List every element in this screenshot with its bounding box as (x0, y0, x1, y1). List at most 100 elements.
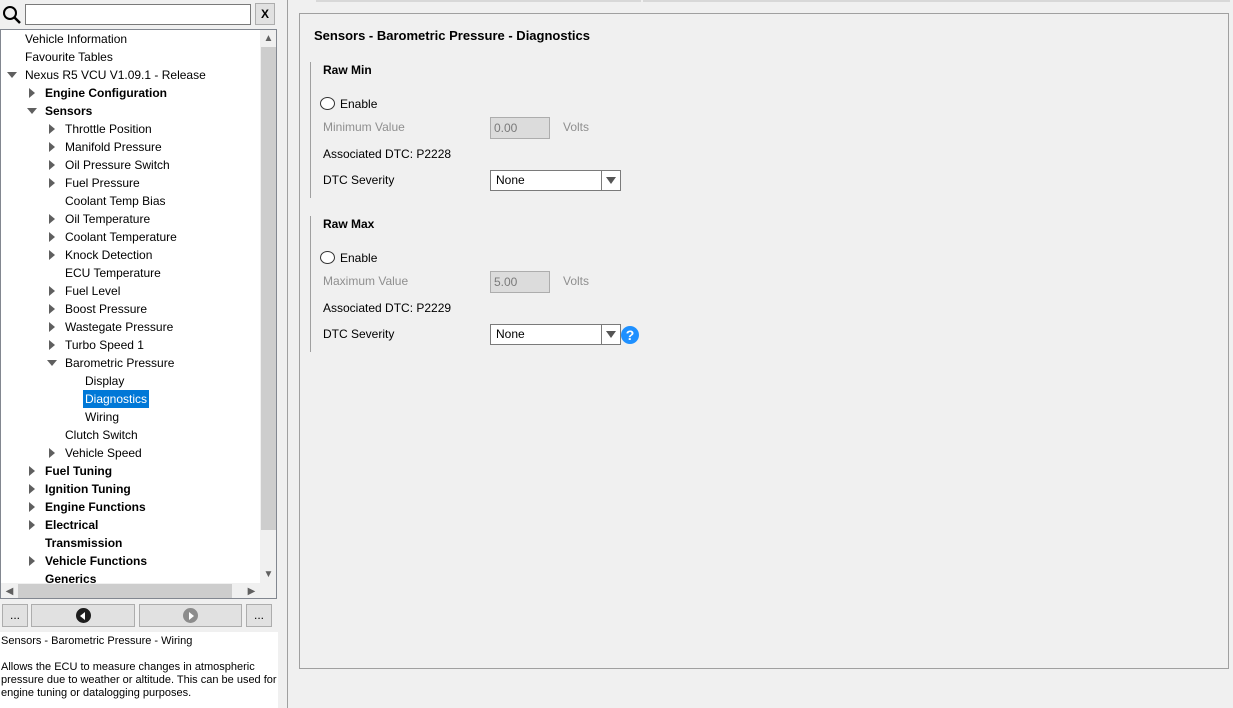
minimum-value-input[interactable]: 0.00 (490, 117, 550, 139)
content-panel: Sensors - Barometric Pressure - Diagnost… (288, 0, 1233, 708)
tree-item[interactable]: Clutch Switch (1, 426, 260, 444)
collapsed-arrow-icon[interactable] (47, 124, 57, 134)
expanded-arrow-icon[interactable] (27, 106, 37, 116)
collapsed-arrow-icon[interactable] (27, 466, 37, 476)
tree-item[interactable]: Sensors (1, 102, 260, 120)
tree-item[interactable]: Throttle Position (1, 120, 260, 138)
tree-item[interactable]: Fuel Tuning (1, 462, 260, 480)
scroll-down-icon[interactable]: ▼ (260, 566, 276, 583)
tree-item-label: Sensors (45, 104, 93, 118)
history-navigation: ... ... (0, 604, 278, 628)
left-more-button[interactable]: ... (2, 604, 28, 627)
raw-max-severity-select[interactable]: None (490, 324, 621, 345)
tree-item-label: Fuel Tuning (45, 464, 113, 478)
scroll-left-icon[interactable]: ◀ (1, 583, 18, 598)
tree-item[interactable]: Diagnostics (1, 390, 260, 408)
tree-item[interactable]: ECU Temperature (1, 264, 260, 282)
tree-item[interactable]: Boost Pressure (1, 300, 260, 318)
collapsed-arrow-icon[interactable] (47, 286, 57, 296)
collapsed-arrow-icon[interactable] (47, 160, 57, 170)
tree-item[interactable]: Vehicle Speed (1, 444, 260, 462)
tree-item[interactable]: Oil Pressure Switch (1, 156, 260, 174)
vertical-scroll-thumb[interactable] (261, 47, 276, 530)
collapsed-arrow-icon[interactable] (27, 484, 37, 494)
raw-min-enable-radio[interactable] (320, 97, 335, 110)
vertical-scrollbar[interactable]: ▲ ▼ (260, 30, 276, 583)
minimum-value-label: Minimum Value (323, 120, 405, 134)
navigation-panel: X Vehicle Information Favourite Tables Nex… (0, 0, 278, 708)
collapsed-arrow-icon[interactable] (27, 556, 37, 566)
tree-item[interactable]: Electrical (1, 516, 260, 534)
collapsed-arrow-icon[interactable] (47, 214, 57, 224)
expanded-arrow-icon[interactable] (47, 358, 57, 368)
tree-item[interactable]: Transmission (1, 534, 260, 552)
tree-item[interactable]: Engine Functions (1, 498, 260, 516)
tree-item[interactable]: Fuel Pressure (1, 174, 260, 192)
chevron-down-icon[interactable] (601, 171, 620, 190)
tree-item-label: Favourite Tables (25, 50, 113, 64)
tree-item-label: Ignition Tuning (45, 482, 131, 496)
collapsed-arrow-icon[interactable] (47, 304, 57, 314)
tree-item[interactable]: Nexus R5 VCU V1.09.1 - Release (1, 66, 260, 84)
tree-item[interactable]: Vehicle Information (1, 30, 260, 48)
tree-item[interactable]: Wastegate Pressure (1, 318, 260, 336)
tree-item-label: Fuel Level (65, 284, 121, 298)
tree-item[interactable]: Manifold Pressure (1, 138, 260, 156)
collapsed-arrow-icon[interactable] (47, 178, 57, 188)
collapsed-arrow-icon[interactable] (47, 232, 57, 242)
horizontal-scrollbar[interactable]: ◀ ▶ (1, 583, 260, 598)
collapsed-arrow-icon[interactable] (47, 448, 57, 458)
maximum-value-input[interactable]: 5.00 (490, 271, 550, 293)
collapsed-arrow-icon[interactable] (47, 322, 57, 332)
tree-item[interactable]: Turbo Speed 1 (1, 336, 260, 354)
chevron-down-icon[interactable] (601, 325, 620, 344)
tree-item-label: Coolant Temp Bias (65, 194, 166, 208)
raw-max-enable-radio[interactable] (320, 251, 335, 264)
tree-item[interactable]: Oil Temperature (1, 210, 260, 228)
tree-item-label: Boost Pressure (65, 302, 148, 316)
scroll-up-icon[interactable]: ▲ (260, 30, 276, 47)
expanded-arrow-icon[interactable] (7, 70, 17, 80)
tree-item[interactable]: Favourite Tables (1, 48, 260, 66)
tree-item[interactable]: Generics (1, 570, 260, 583)
right-more-button[interactable]: ... (246, 604, 272, 627)
tree-item[interactable]: Vehicle Functions (1, 552, 260, 570)
tree-item[interactable]: Barometric Pressure (1, 354, 260, 372)
tree-item[interactable]: Coolant Temperature (1, 228, 260, 246)
diagnostics-page: Sensors - Barometric Pressure - Diagnost… (299, 13, 1229, 669)
forward-button[interactable] (139, 604, 242, 627)
scroll-right-icon[interactable]: ▶ (243, 583, 260, 598)
tree-item-label: Engine Functions (45, 500, 146, 514)
tree-item-label: Vehicle Speed (65, 446, 142, 460)
collapsed-arrow-icon[interactable] (27, 88, 37, 98)
tree-item[interactable]: Fuel Level (1, 282, 260, 300)
collapsed-arrow-icon[interactable] (27, 502, 37, 512)
page-title: Sensors - Barometric Pressure - Diagnost… (314, 28, 590, 43)
raw-min-severity-select[interactable]: None (490, 170, 621, 191)
search-icon[interactable] (2, 5, 22, 25)
tab-edge (643, 0, 1230, 2)
tree-item-label: Wiring (85, 410, 120, 424)
tree-item-label: Barometric Pressure (65, 356, 175, 370)
tree-item-label: Oil Temperature (65, 212, 151, 226)
search-input[interactable] (25, 4, 251, 25)
collapsed-arrow-icon[interactable] (47, 340, 57, 350)
tree-item[interactable]: Knock Detection (1, 246, 260, 264)
tree-item[interactable]: Engine Configuration (1, 84, 260, 102)
tree-item-label: Engine Configuration (45, 86, 167, 100)
tree-item[interactable]: Wiring (1, 408, 260, 426)
collapsed-arrow-icon[interactable] (27, 520, 37, 530)
tree-item[interactable]: Coolant Temp Bias (1, 192, 260, 210)
tree-item[interactable]: Display (1, 372, 260, 390)
forward-arrow-icon (183, 608, 198, 623)
back-button[interactable] (31, 604, 135, 627)
horizontal-scroll-thumb[interactable] (18, 584, 232, 598)
tree-item-label: Oil Pressure Switch (65, 158, 170, 172)
tree-item[interactable]: Ignition Tuning (1, 480, 260, 498)
collapsed-arrow-icon[interactable] (47, 142, 57, 152)
collapsed-arrow-icon[interactable] (47, 250, 57, 260)
tree-item-label: Electrical (45, 518, 99, 532)
clear-search-button[interactable]: X (255, 3, 275, 25)
panel-splitter[interactable] (279, 0, 287, 708)
help-question-icon[interactable]: ? (621, 326, 639, 344)
